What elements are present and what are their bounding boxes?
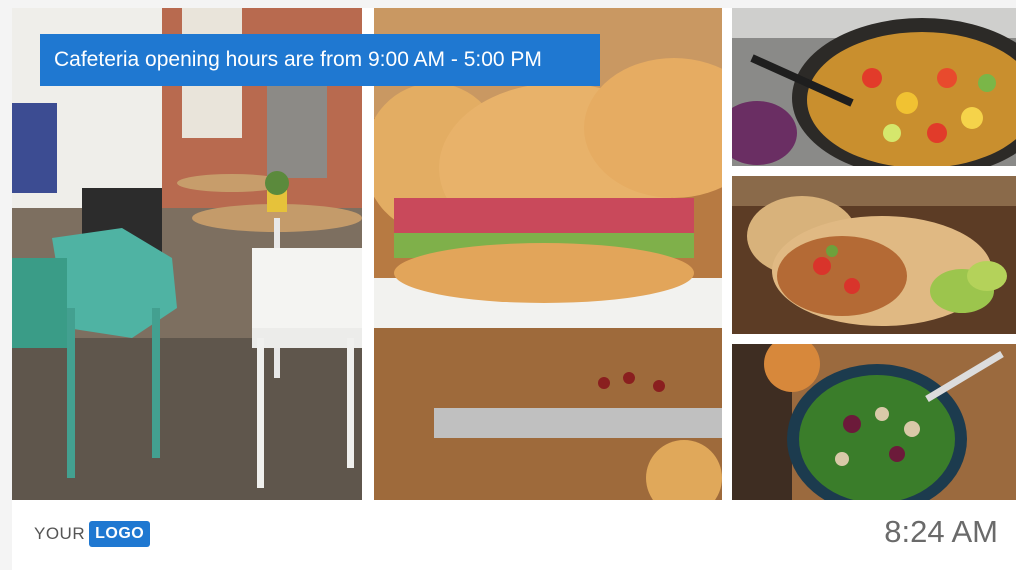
logo-text: YOUR: [34, 524, 86, 543]
green-salad-photo: [732, 344, 1016, 500]
clock-time: 8:24 AM: [884, 514, 998, 549]
opening-hours-banner: Cafeteria opening hours are from 9:00 AM…: [40, 34, 600, 86]
brand-logo: YOUR LOGO: [34, 520, 151, 548]
logo-badge: LOGO: [89, 521, 151, 547]
salad-bowl-photo: [732, 8, 1016, 166]
digital-signage-screen: Cafeteria opening hours are from 9:00 AM…: [12, 8, 1016, 570]
footer-bar: YOUR LOGO 8:24 AM: [12, 500, 1016, 570]
wrap-photo: [732, 176, 1016, 334]
